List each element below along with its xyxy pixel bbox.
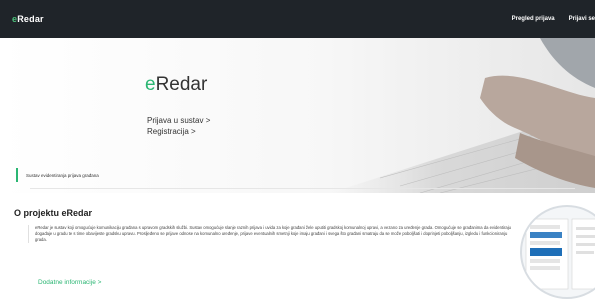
about-title: O projektu eRedar	[14, 208, 93, 218]
register-link[interactable]: Registracija >	[147, 126, 210, 137]
brand-logo[interactable]: eRedar	[12, 14, 44, 24]
divider	[30, 188, 575, 189]
hero-title-e: e	[145, 74, 156, 95]
brand-logo-text: Redar	[17, 14, 44, 24]
hero-notice-text: Sustav evidentiranja prijava građana	[26, 172, 99, 178]
hero-banner: eRedar Prijava u sustav > Registracija >…	[0, 38, 595, 193]
top-navbar: eRedar Pregled prijava Prijavi se	[0, 0, 595, 38]
nav-link-pregled-prijava[interactable]: Pregled prijava	[512, 16, 555, 22]
main-nav: Pregled prijava Prijavi se	[498, 16, 595, 22]
hero-title: eRedar	[145, 74, 207, 96]
hero-notice: Sustav evidentiranja prijava građana	[16, 168, 581, 182]
hero-title-text: Redar	[155, 74, 208, 95]
app-screenshot-icon	[525, 218, 595, 290]
nav-link-prijavi-se[interactable]: Prijavi se	[569, 16, 595, 22]
hero-links: Prijava u sustav > Registracija >	[147, 115, 210, 137]
about-description: eRedar je sustav koji omogućuje komunika…	[28, 225, 515, 243]
more-info-link[interactable]: Dodatne informacije >	[38, 279, 101, 286]
app-preview-image	[520, 205, 595, 299]
login-link[interactable]: Prijava u sustav >	[147, 115, 210, 126]
